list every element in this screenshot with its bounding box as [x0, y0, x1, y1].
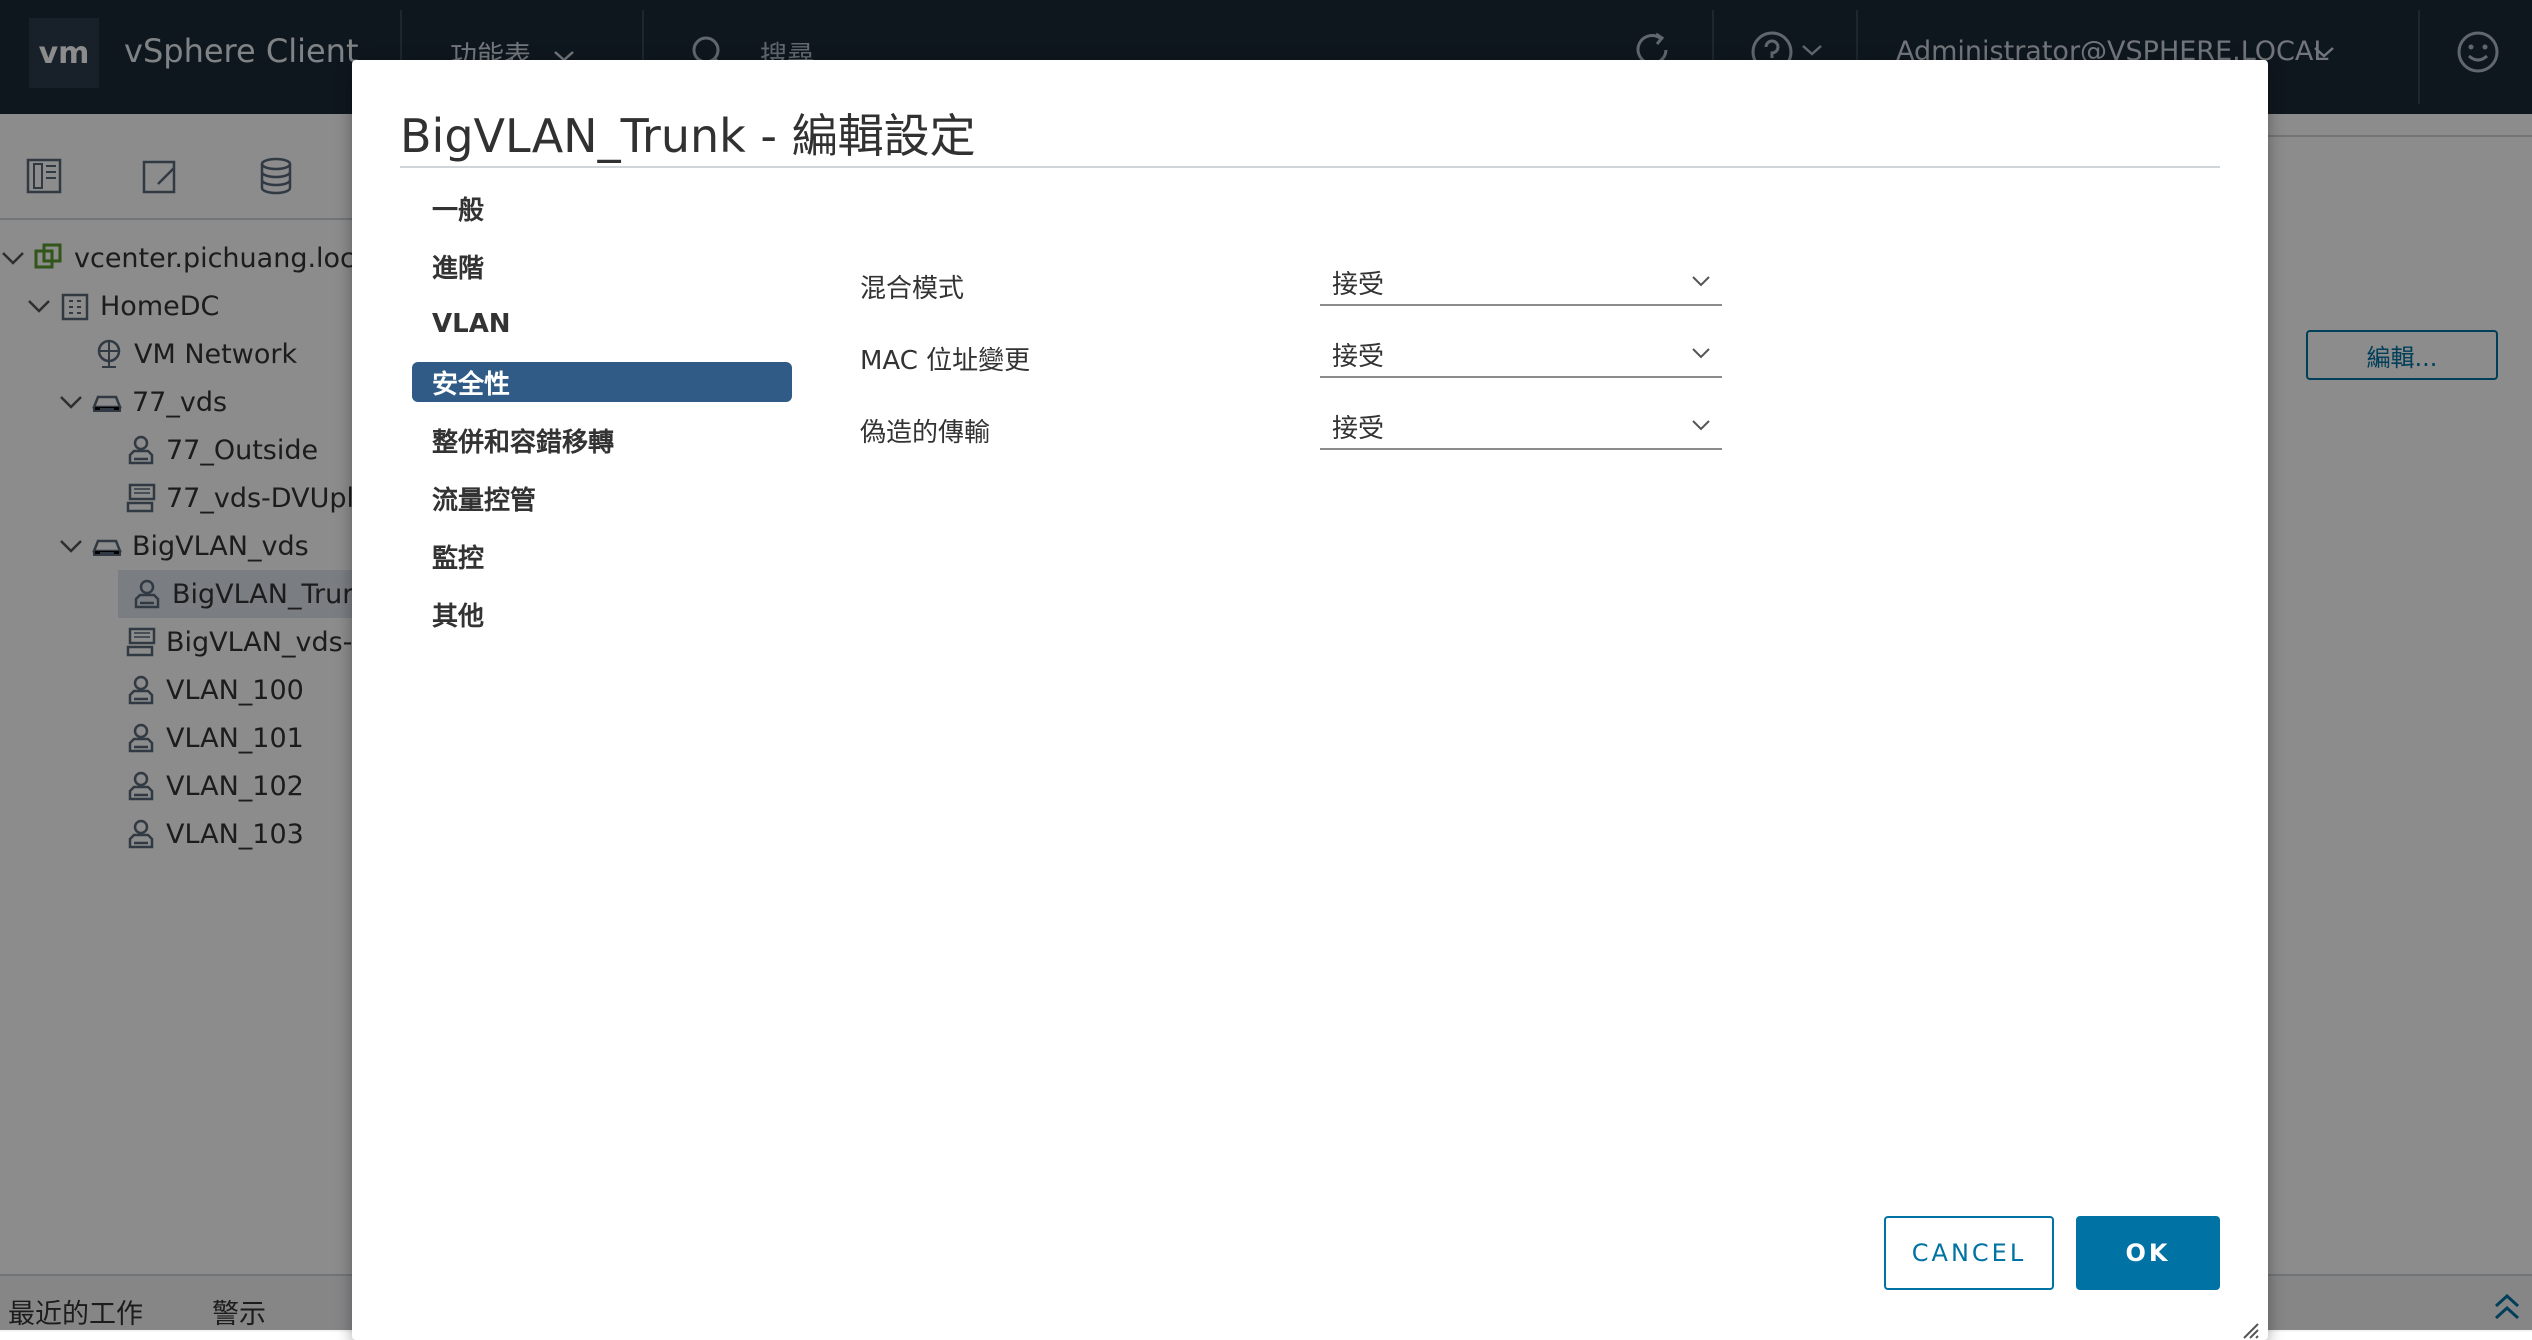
nav-item-traffic-shaping[interactable]: 流量控管 — [412, 478, 792, 518]
ok-button[interactable]: OK — [2076, 1216, 2220, 1290]
select-value: 接受 — [1332, 270, 1385, 300]
edit-settings-dialog: BigVLAN_Trunk - 編輯設定 一般 進階 VLAN 安全性 整併和容… — [352, 60, 2268, 1340]
nav-item-monitoring[interactable]: 監控 — [412, 536, 792, 576]
nav-item-advanced[interactable]: 進階 — [412, 246, 792, 286]
forged-transmits-select[interactable]: 接受 — [1320, 404, 1722, 450]
nav-item-miscellaneous[interactable]: 其他 — [412, 594, 792, 634]
select-value: 接受 — [1332, 342, 1385, 372]
nav-item-teaming-failover[interactable]: 整併和容錯移轉 — [412, 420, 792, 460]
chevron-down-icon — [1692, 348, 1710, 359]
dialog-divider — [400, 166, 2220, 168]
resize-handle-icon[interactable] — [2238, 1318, 2260, 1340]
select-value: 接受 — [1332, 414, 1385, 444]
nav-item-general[interactable]: 一般 — [412, 188, 792, 228]
nav-item-vlan[interactable]: VLAN — [412, 304, 792, 344]
promiscuous-mode-select[interactable]: 接受 — [1320, 260, 1722, 306]
forged-transmits-label: 偽造的傳輸 — [860, 418, 991, 448]
nav-item-security[interactable]: 安全性 — [412, 362, 792, 402]
chevron-down-icon — [1692, 420, 1710, 431]
cancel-button[interactable]: CANCEL — [1884, 1216, 2054, 1290]
chevron-down-icon — [1692, 276, 1710, 287]
mac-address-changes-select[interactable]: 接受 — [1320, 332, 1722, 378]
mac-address-changes-label: MAC 位址變更 — [860, 346, 1031, 376]
dialog-title: BigVLAN_Trunk - 編輯設定 — [400, 109, 976, 163]
promiscuous-mode-label: 混合模式 — [860, 274, 965, 304]
